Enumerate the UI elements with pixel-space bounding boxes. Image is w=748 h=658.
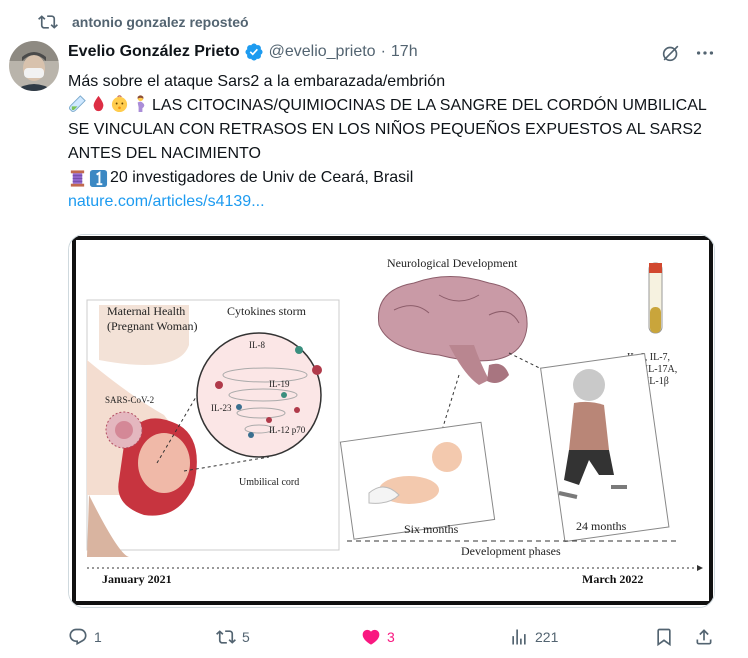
separator-dot: · (380, 43, 386, 60)
views-button[interactable]: 221 (509, 624, 558, 650)
six-months-label: Six months (404, 522, 459, 536)
maternal-title-1: Maternal Health (107, 304, 185, 318)
like-count: 3 (387, 629, 395, 645)
bookmark-icon (657, 628, 671, 647)
il8-label: IL-8 (249, 340, 265, 350)
tweet-link-line: nature.com/articles/s4139... (68, 190, 728, 214)
verified-badge-icon (245, 43, 263, 61)
start-date-label: January 2021 (102, 572, 172, 586)
author-handle[interactable]: @evelio_prieto (269, 43, 376, 61)
avatar-image (9, 41, 59, 91)
il19-label: IL-19 (269, 379, 290, 389)
tweet-media[interactable]: Maternal Health (Pregnant Woman) SARS-Co… (68, 234, 715, 608)
views-chart-icon (512, 629, 526, 645)
action-bar: 1 5 3 221 (68, 624, 728, 650)
twentyfour-months-label: 24 months (576, 519, 627, 533)
il12-label: IL-12 p70 (269, 425, 306, 435)
figure-image: Maternal Health (Pregnant Woman) SARS-Co… (69, 235, 714, 607)
maternal-title-2: (Pregnant Woman) (107, 319, 197, 333)
dev-phases-label: Development phases (461, 544, 561, 558)
author-line: Evelio González Prieto @evelio_prieto · … (68, 41, 418, 63)
tweet-line-1: Más sobre el ataque Sars2 a la embarazad… (68, 73, 446, 90)
timestamp[interactable]: 17h (391, 43, 418, 61)
article-link[interactable]: nature.com/articles/s4139... (68, 190, 265, 214)
fetus-shape (138, 433, 190, 493)
test-tube-icon (68, 95, 86, 113)
author-name[interactable]: Evelio González Prieto (68, 43, 240, 61)
sars-label: SARS-CoV-2 (105, 395, 154, 405)
tweet-line-2: LAS CITOCINAS/QUIMIOCINAS DE LA SANGRE D… (68, 94, 728, 166)
reply-button[interactable]: 1 (68, 624, 102, 650)
toddler-shirt (569, 401, 609, 450)
repost-count: 5 (242, 629, 250, 645)
neuro-title: Neurological Development (387, 256, 518, 270)
repost-button[interactable]: 5 (216, 624, 250, 650)
views-count: 221 (535, 629, 559, 645)
blood-drop-icon (93, 95, 104, 112)
umbilical-label: Umbilical cord (239, 477, 299, 488)
repost-label: antonio gonzalez reposteó (72, 14, 249, 30)
baby-icon (111, 95, 128, 113)
repost-context[interactable]: antonio gonzalez reposteó (38, 12, 249, 32)
like-button[interactable]: 3 (361, 624, 395, 650)
share-button[interactable] (694, 624, 720, 650)
grok-icon[interactable] (660, 42, 682, 64)
bookmark-button[interactable] (654, 624, 680, 650)
more-options-icon[interactable] (694, 42, 716, 64)
baby-head (432, 442, 462, 472)
reply-icon (69, 628, 87, 646)
avatar[interactable] (9, 41, 59, 91)
end-date-label: March 2022 (582, 572, 643, 586)
tweet-text: Más sobre el ataque Sars2 a la embarazad… (68, 70, 728, 214)
share-icon (696, 629, 712, 645)
repost-icon (38, 15, 58, 29)
il23-label: IL-23 (211, 403, 232, 413)
heart-filled-icon (362, 629, 380, 645)
reply-count: 1 (94, 629, 102, 645)
tweet-line-2-text: LAS CITOCINAS/QUIMIOCINAS DE LA SANGRE D… (68, 97, 707, 162)
repost-action-icon (216, 630, 236, 644)
cytokines-title: Cytokines storm (227, 304, 307, 318)
thread-spool-icon (70, 169, 85, 187)
toddler-head (573, 369, 605, 401)
tweet-line-3: 20 investigadores de Univ de Ceará, Bras… (68, 166, 728, 190)
keycap-one-icon (89, 169, 108, 187)
pregnant-woman-icon (137, 95, 145, 113)
tweet-line-3-text: 20 investigadores de Univ de Ceará, Bras… (110, 169, 414, 186)
